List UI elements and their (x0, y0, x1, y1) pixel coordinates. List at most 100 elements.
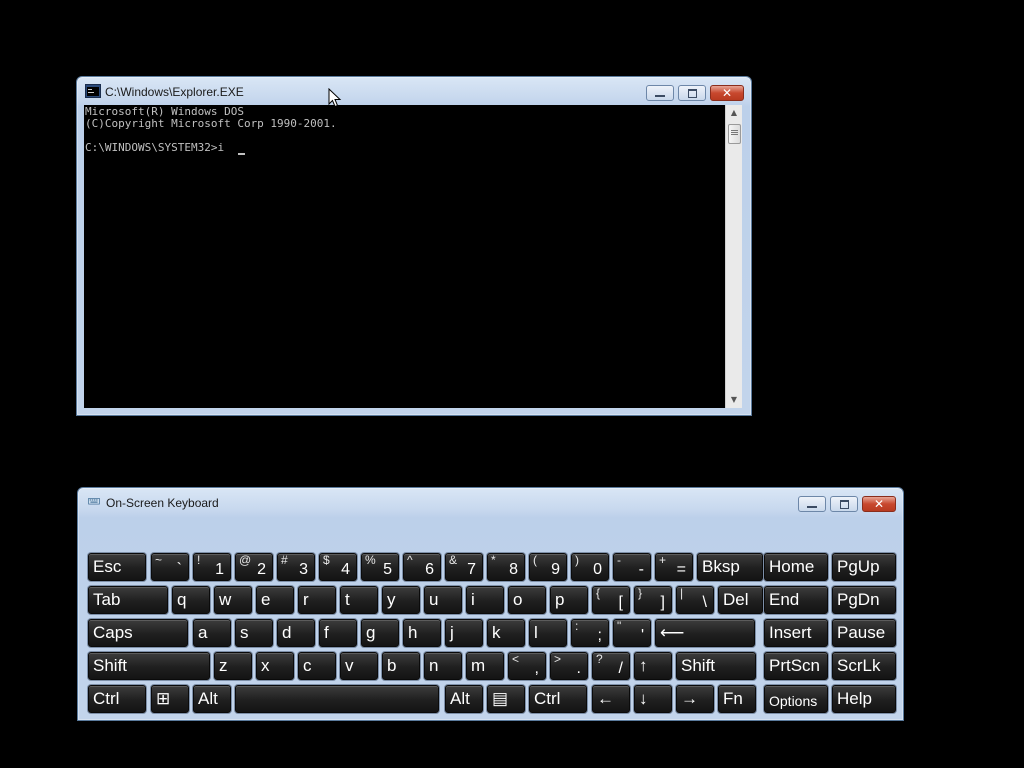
key-t[interactable]: t (340, 586, 378, 614)
minimize-button[interactable] (798, 496, 826, 512)
minimize-button[interactable] (646, 85, 674, 101)
key-caps[interactable]: Caps (88, 619, 188, 647)
key-y[interactable]: y (382, 586, 420, 614)
key-shift-label: { (596, 586, 601, 600)
key-3[interactable]: #3 (277, 553, 315, 581)
key-f[interactable]: f (319, 619, 357, 647)
key-symbol[interactable]: {[ (592, 586, 630, 614)
key-label: h (408, 623, 418, 642)
key-symbol[interactable]: " ' (613, 619, 651, 647)
maximize-button[interactable] (678, 85, 706, 101)
key-end[interactable]: End (764, 586, 828, 614)
key-l[interactable]: l (529, 619, 567, 647)
key-r[interactable]: r (298, 586, 336, 614)
key-5[interactable]: % 5 (361, 553, 399, 581)
key-z[interactable]: z (214, 652, 252, 680)
key-prtscn[interactable]: PrtScn (764, 652, 828, 680)
key-up-arrow[interactable]: ↑ (634, 652, 672, 680)
close-button[interactable]: ✕ (862, 496, 896, 512)
key-windows[interactable]: ⊞ (151, 685, 189, 713)
keyboard-titlebar[interactable]: On-Screen Keyboard ✕ (78, 488, 903, 516)
key-b[interactable]: b (382, 652, 420, 680)
key-w[interactable]: w (214, 586, 252, 614)
key-u[interactable]: u (424, 586, 462, 614)
key-h[interactable]: h (403, 619, 441, 647)
key-o[interactable]: o (508, 586, 546, 614)
scroll-down-arrow-icon[interactable]: ▼ (726, 392, 742, 408)
key-symbol[interactable]: ~ ` (151, 553, 189, 581)
key-g[interactable]: g (361, 619, 399, 647)
key-7[interactable]: & 7 (445, 553, 483, 581)
key-symbol[interactable]: ? / (592, 652, 630, 680)
key-symbol[interactable]: | \ (676, 586, 714, 614)
key-c[interactable]: c (298, 652, 336, 680)
key-label: ▤ (492, 689, 509, 708)
key-alt[interactable]: Alt (445, 685, 483, 713)
key-0[interactable]: ) 0 (571, 553, 609, 581)
console-titlebar[interactable]: C:\Windows\Explorer.EXE ✕ (77, 77, 751, 105)
key-shift-label: * (491, 553, 496, 567)
key-down-arrow[interactable]: ↓ (634, 685, 672, 713)
key-m[interactable]: m (466, 652, 504, 680)
key-bksp[interactable]: Bksp (697, 553, 763, 581)
key-pgup[interactable]: PgUp (832, 553, 896, 581)
scrollbar-thumb[interactable] (728, 124, 741, 144)
key-shift[interactable]: Shift (88, 652, 210, 680)
key-v[interactable]: v (340, 652, 378, 680)
key-home[interactable]: Home (764, 553, 828, 581)
key-d[interactable]: d (277, 619, 315, 647)
key-n[interactable]: n (424, 652, 462, 680)
key-symbol[interactable]: <, (508, 652, 546, 680)
key-k[interactable]: k (487, 619, 525, 647)
text-cursor (238, 153, 246, 155)
key-shift-label: # (281, 553, 288, 567)
key-shift[interactable]: Shift (676, 652, 756, 680)
key-e[interactable]: e (256, 586, 294, 614)
maximize-button[interactable] (830, 496, 858, 512)
key-menu[interactable]: ▤ (487, 685, 525, 713)
key-alt[interactable]: Alt (193, 685, 231, 713)
close-button[interactable]: ✕ (710, 85, 744, 101)
key-enter[interactable]: ⟵ (655, 619, 755, 647)
key-insert[interactable]: Insert (764, 619, 828, 647)
key-symbol[interactable]: :; (571, 619, 609, 647)
key-label: 8 (509, 561, 518, 578)
key-pgdn[interactable]: PgDn (832, 586, 896, 614)
key-label: f (324, 623, 329, 642)
key-label: 2 (257, 561, 266, 578)
key-symbol[interactable]: + = (655, 553, 693, 581)
console-output[interactable]: Microsoft(R) Windows DOS (C)Copyright Mi… (84, 105, 725, 408)
key-symbol[interactable]: -- (613, 553, 651, 581)
key-6[interactable]: ^ 6 (403, 553, 441, 581)
key-4[interactable]: $4 (319, 553, 357, 581)
key-9[interactable]: (9 (529, 553, 567, 581)
key-del[interactable]: Del (718, 586, 763, 614)
key-symbol[interactable]: }] (634, 586, 672, 614)
key-symbol[interactable]: >. (550, 652, 588, 680)
key-a[interactable]: a (193, 619, 231, 647)
key-tab[interactable]: Tab (88, 586, 168, 614)
key-help[interactable]: Help (832, 685, 896, 713)
key-fn[interactable]: Fn (718, 685, 756, 713)
key-right-arrow[interactable]: → (676, 685, 714, 713)
scroll-up-arrow-icon[interactable]: ▲ (726, 105, 742, 121)
key-s[interactable]: s (235, 619, 273, 647)
key-pause[interactable]: Pause (832, 619, 896, 647)
key-q[interactable]: q (172, 586, 210, 614)
key-scrlk[interactable]: ScrLk (832, 652, 896, 680)
key-esc[interactable]: Esc (88, 553, 146, 581)
vertical-scrollbar[interactable]: ▲ ▼ (725, 105, 742, 408)
key-j[interactable]: j (445, 619, 483, 647)
key-space[interactable] (235, 685, 439, 713)
key-ctrl[interactable]: Ctrl (88, 685, 146, 713)
key-x[interactable]: x (256, 652, 294, 680)
key-2[interactable]: @2 (235, 553, 273, 581)
key-options[interactable]: Options (764, 685, 828, 713)
key-i[interactable]: i (466, 586, 504, 614)
key-1[interactable]: ! 1 (193, 553, 231, 581)
key-ctrl[interactable]: Ctrl (529, 685, 587, 713)
key-label: Esc (93, 557, 122, 576)
key-left-arrow[interactable]: ← (592, 685, 630, 713)
key-p[interactable]: p (550, 586, 588, 614)
key-8[interactable]: * 8 (487, 553, 525, 581)
